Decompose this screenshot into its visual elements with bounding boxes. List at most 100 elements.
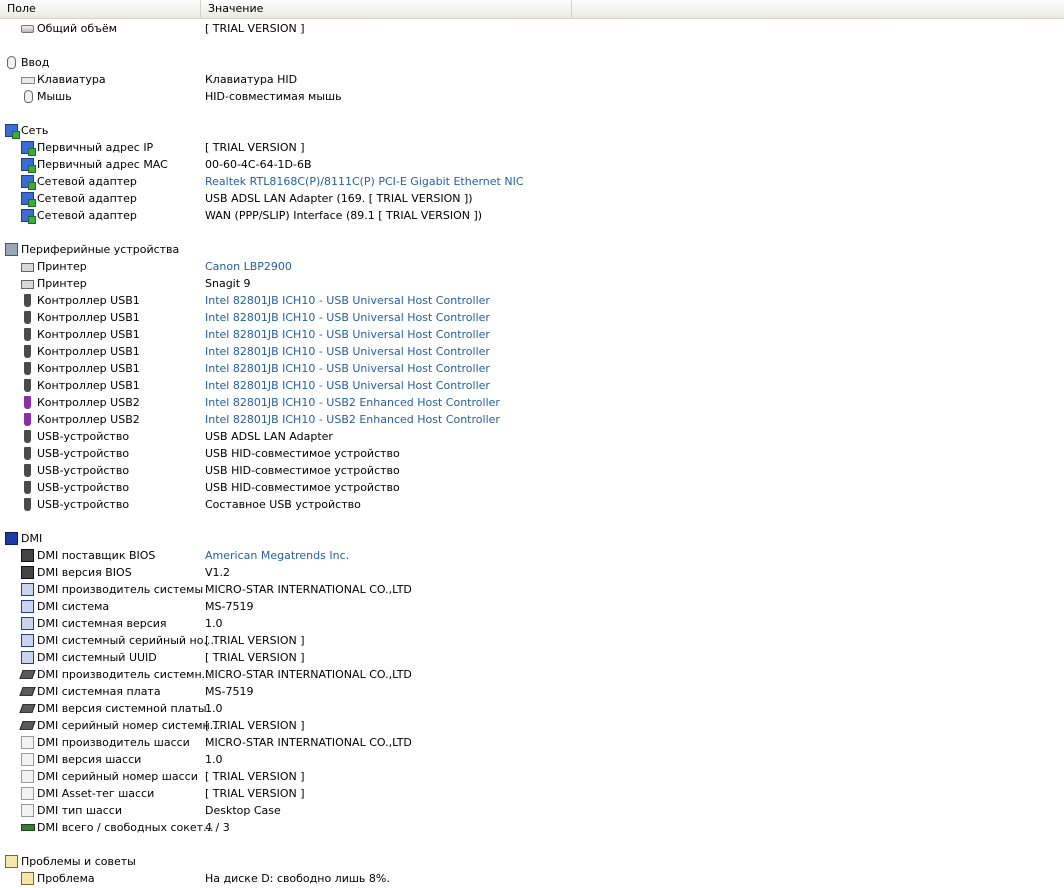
value-link[interactable]: American Megatrends Inc. [205, 547, 349, 564]
value-link[interactable]: Intel 82801JB ICH10 - USB Universal Host… [205, 343, 490, 360]
property-row[interactable]: DMI Asset-тег шасси [ TRIAL VERSION ] [0, 785, 1064, 802]
value-text: WAN (PPP/SLIP) Interface (89.1 [ TRIAL V… [205, 209, 483, 222]
value-link[interactable]: Realtek RTL8168C(P)/8111C(P) PCI-E Gigab… [205, 173, 524, 190]
value-text: USB ADSL LAN Adapter (169. [ TRIAL VERSI… [205, 192, 473, 205]
chassis-icon [21, 804, 34, 817]
property-row[interactable]: Контроллер USB1 Intel 82801JB ICH10 - USB… [0, 360, 1064, 377]
property-row[interactable]: Контроллер USB1 Intel 82801JB ICH10 - USB… [0, 377, 1064, 394]
value-link[interactable]: Intel 82801JB ICH10 - USB Universal Host… [205, 360, 490, 377]
value-link[interactable]: Intel 82801JB ICH10 - USB Universal Host… [205, 292, 490, 309]
property-row[interactable]: Принтер Snagit 9 [0, 275, 1064, 292]
value-link[interactable]: Intel 82801JB ICH10 - USB2 Enhanced Host… [205, 411, 500, 428]
value-text: [ TRIAL VERSION ] [205, 22, 305, 35]
property-row[interactable]: DMI системный серийный но...[ TRIAL VERS… [0, 632, 1064, 649]
property-row[interactable]: Контроллер USB1 Intel 82801JB ICH10 - USB… [0, 326, 1064, 343]
field-label: Принтер [37, 277, 87, 290]
value-text: [ TRIAL VERSION ] [205, 651, 305, 664]
value-link[interactable]: Intel 82801JB ICH10 - USB Universal Host… [205, 377, 490, 394]
property-row[interactable]: DMI производитель системн... MICRO-STAR I… [0, 666, 1064, 683]
property-row[interactable]: DMI системная плата MS-7519 [0, 683, 1064, 700]
property-row[interactable]: DMI версия BIOS V1.2 [0, 564, 1064, 581]
property-row[interactable]: USB-устройство USB HID-совместимое устрой… [0, 479, 1064, 496]
property-row[interactable]: Клавиатура Клавиатура HID [0, 71, 1064, 88]
property-row[interactable]: Принтер Canon LBP2900 [0, 258, 1064, 275]
value-text: USB HID-совместимое устройство [205, 447, 400, 460]
property-row[interactable]: USB-устройство USB HID-совместимое устрой… [0, 445, 1064, 462]
property-row[interactable]: DMI система MS-7519 [0, 598, 1064, 615]
usb-plug-icon [24, 464, 31, 477]
property-row[interactable]: USB-устройство USB ADSL LAN Adapter [0, 428, 1064, 445]
property-row[interactable]: DMI системный UUID [ TRIAL VERSION ] [0, 649, 1064, 666]
value-text: USB HID-совместимое устройство [205, 464, 400, 477]
field-label: Первичный адрес IP [37, 141, 154, 154]
field-label: Клавиатура [37, 73, 106, 86]
value-link[interactable]: Intel 82801JB ICH10 - USB2 Enhanced Host… [205, 394, 500, 411]
value-text: MICRO-STAR INTERNATIONAL CO.,LTD [205, 736, 412, 749]
property-row[interactable]: Мышь HID-совместимая мышь [0, 88, 1064, 105]
property-row[interactable]: Сетевой адаптер Realtek RTL8168C(P)/8111C… [0, 173, 1064, 190]
property-row[interactable]: DMI версия шасси 1.0 [0, 751, 1064, 768]
property-row[interactable]: Контроллер USB1 Intel 82801JB ICH10 - USB… [0, 309, 1064, 326]
field-label: DMI поставщик BIOS [37, 549, 156, 562]
network-icon [21, 141, 36, 156]
field-label: DMI системный UUID [37, 651, 157, 664]
property-row[interactable]: DMI всего / свободных сокет... 4 / 3 [0, 819, 1064, 836]
value-text: MS-7519 [205, 685, 254, 698]
value-text: На диске D: свободно лишь 8%. [205, 872, 390, 885]
property-row[interactable]: Контроллер USB1 Intel 82801JB ICH10 - USB… [0, 292, 1064, 309]
property-row[interactable]: Сетевой адаптер WAN (PPP/SLIP) Interface … [0, 207, 1064, 224]
property-row[interactable]: DMI версия системной платы 1.0 [0, 700, 1064, 717]
value-link[interactable]: Intel 82801JB ICH10 - USB Universal Host… [205, 309, 490, 326]
group-row[interactable]: Проблемы и советы [0, 853, 1064, 870]
field-label: DMI системный серийный но... [37, 634, 214, 647]
group-row[interactable]: Периферийные устройства [0, 241, 1064, 258]
property-row[interactable]: Контроллер USB1 Intel 82801JB ICH10 - USB… [0, 343, 1064, 360]
property-row[interactable]: Первичный адрес MAC 00-60-4C-64-1D-6B [0, 156, 1064, 173]
property-row[interactable]: DMI серийный номер системн...[ TRIAL VER… [0, 717, 1064, 734]
property-row[interactable]: Первичный адрес IP [ TRIAL VERSION ] [0, 139, 1064, 156]
group-row[interactable]: DMI [0, 530, 1064, 547]
value-text: Desktop Case [205, 804, 281, 817]
chassis-icon [21, 787, 34, 800]
property-row[interactable]: DMI производитель системы MICRO-STAR INTE… [0, 581, 1064, 598]
usb-plug-icon [24, 294, 31, 307]
usb-plug-icon [24, 345, 31, 358]
property-row[interactable]: USB-устройство USB HID-совместимое устрой… [0, 462, 1064, 479]
value-text: Клавиатура HID [205, 73, 298, 86]
group-row[interactable]: Сеть [0, 122, 1064, 139]
column-value[interactable]: Значение [201, 0, 572, 18]
property-row[interactable]: DMI производитель шасси MICRO-STAR INTERN… [0, 734, 1064, 751]
usb2-plug-icon [24, 413, 31, 426]
usb-plug-icon [24, 498, 31, 511]
column-field[interactable]: Поле [0, 0, 201, 18]
property-row[interactable]: DMI серийный номер шасси [ TRIAL VERSION … [0, 768, 1064, 785]
property-row[interactable]: Контроллер USB2 Intel 82801JB ICH10 - USB… [0, 411, 1064, 428]
property-row[interactable]: DMI поставщик BIOS American Megatrends In… [0, 547, 1064, 564]
computer-icon [21, 617, 34, 630]
drive-icon [21, 25, 34, 33]
group-label: Сеть [21, 124, 49, 137]
property-row[interactable]: Проблема На диске D: свободно лишь 8%. [0, 870, 1064, 887]
property-row[interactable]: Сетевой адаптер USB ADSL LAN Adapter (169… [0, 190, 1064, 207]
property-row[interactable]: DMI тип шасси Desktop Case [0, 802, 1064, 819]
value-link[interactable]: Intel 82801JB ICH10 - USB Universal Host… [205, 326, 490, 343]
value-text: 4 / 3 [205, 821, 230, 834]
value-text: 1.0 [205, 753, 223, 766]
group-row[interactable]: Ввод [0, 54, 1064, 71]
computer-icon [21, 634, 34, 647]
value-text: [ TRIAL VERSION ] [205, 634, 305, 647]
usb-plug-icon [24, 430, 31, 443]
field-label: DMI тип шасси [37, 804, 122, 817]
value-text: V1.2 [205, 566, 231, 579]
property-row[interactable]: Общий объём [ TRIAL VERSION ] [0, 20, 1064, 37]
peripherals-icon [5, 243, 18, 256]
motherboard-icon [19, 720, 36, 731]
field-label: Общий объём [37, 22, 117, 35]
value-link[interactable]: Canon LBP2900 [205, 258, 292, 275]
property-row[interactable]: Контроллер USB2 Intel 82801JB ICH10 - USB… [0, 394, 1064, 411]
property-row[interactable]: USB-устройство Составное USB устройство [0, 496, 1064, 513]
property-row[interactable]: DMI системная версия 1.0 [0, 615, 1064, 632]
